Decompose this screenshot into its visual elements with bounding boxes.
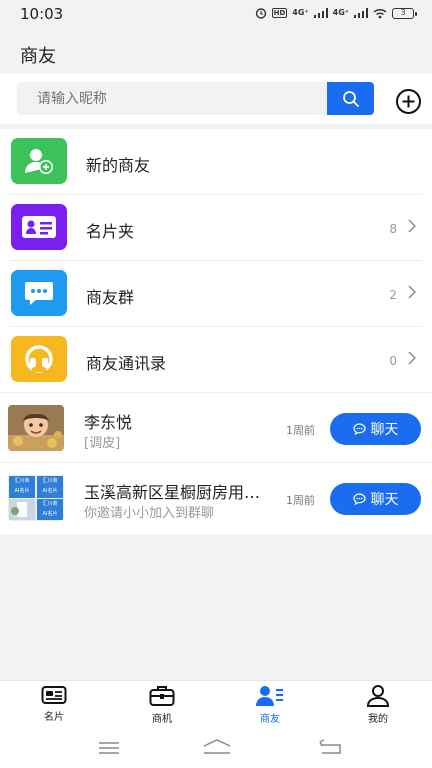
back-icon[interactable]	[318, 739, 342, 755]
tab-label: 我的	[368, 714, 388, 725]
group-avatar-tile-text: AI名片	[42, 488, 58, 494]
group-avatar-tile	[9, 499, 35, 520]
contact-name: 李东悦	[84, 413, 133, 432]
chat-button[interactable]: 聊天	[330, 483, 421, 515]
search-input[interactable]	[17, 82, 327, 115]
signal-label-2: 4G⁺	[332, 8, 349, 17]
chat-button-label: 聊天	[370, 492, 399, 508]
group-avatar-tile: 汇川商 AI名片	[37, 499, 63, 520]
friends-list: 新的商友 名片夹 8 商友群 2 商友通讯录 0 李东悦 [调皮] 1周前 聊天…	[0, 129, 432, 534]
menu-item-count: 0	[389, 354, 397, 368]
tab-label: 商机	[152, 714, 172, 725]
search-icon	[342, 90, 359, 107]
chat-icon	[352, 493, 366, 505]
page-title: 商友	[20, 46, 56, 67]
tab-friends[interactable]: 商友	[240, 685, 300, 731]
status-icons: HD 4G⁺ 4G⁺ 3	[255, 7, 417, 19]
group-avatar-tile-text: AI名片	[42, 511, 58, 517]
add-circle-icon[interactable]	[395, 88, 422, 115]
tab-opportunity[interactable]: 商机	[132, 685, 192, 731]
group-avatar-tile-text: 汇川商	[14, 478, 30, 484]
business-card-icon	[11, 204, 67, 250]
tab-mine[interactable]: 我的	[348, 685, 408, 731]
system-nav-bar	[0, 732, 432, 768]
home-icon[interactable]	[202, 738, 232, 756]
contact-row[interactable]: 汇川商 AI名片 汇川商 AI名片 汇川商 AI名片 玉溪高新区星橱厨房用… 你…	[0, 463, 432, 533]
group-avatar-tile: 汇川商 AI名片	[37, 476, 63, 498]
wifi-icon	[373, 8, 387, 18]
signal-label-1: 4G⁺	[292, 8, 309, 17]
status-time: 10:03	[20, 5, 64, 23]
briefcase-icon	[149, 686, 175, 706]
battery-icon: 3	[392, 7, 417, 19]
group-avatar-tile-text: 汇川商	[42, 501, 58, 507]
search-button[interactable]	[327, 82, 374, 115]
group-avatar-tile: 汇川商 AI名片	[9, 476, 35, 498]
chat-bubble-icon	[11, 270, 67, 316]
signal-bars-icon	[313, 8, 328, 18]
add-user-icon	[11, 138, 67, 184]
chat-icon	[352, 423, 366, 435]
menu-item-address-book[interactable]: 商友通讯录 0	[0, 327, 432, 393]
tab-card[interactable]: 名片	[24, 685, 84, 731]
chat-button-label: 聊天	[370, 422, 399, 438]
group-avatar-tile-text: 汇川商	[42, 478, 58, 484]
contact-name: 玉溪高新区星橱厨房用…	[84, 483, 261, 502]
headset-icon	[11, 336, 67, 382]
tab-label: 商友	[260, 714, 280, 725]
contact-time: 1周前	[286, 424, 315, 437]
hd-badge: HD	[271, 8, 288, 18]
chat-button[interactable]: 聊天	[330, 413, 421, 445]
avatar	[8, 405, 64, 451]
menu-item-new-friends[interactable]: 新的商友	[0, 129, 432, 195]
search-bar	[0, 74, 432, 124]
tab-label: 名片	[44, 712, 64, 723]
menu-item-count: 8	[389, 222, 397, 236]
group-avatar: 汇川商 AI名片 汇川商 AI名片 汇川商 AI名片	[8, 475, 64, 521]
menu-item-groups[interactable]: 商友群 2	[0, 261, 432, 327]
menu-item-card-holder[interactable]: 名片夹 8	[0, 195, 432, 261]
group-avatar-tile-text: AI名片	[14, 488, 30, 494]
menu-item-count: 2	[389, 288, 397, 302]
user-icon	[366, 685, 390, 707]
contact-last-message: 你邀请小小加入到群聊	[84, 506, 215, 521]
contact-row[interactable]: 李东悦 [调皮] 1周前 聊天	[0, 393, 432, 463]
card-icon	[41, 686, 67, 704]
bottom-tab-bar: 名片 商机 商友 我的	[0, 680, 432, 732]
contacts-icon	[256, 686, 283, 706]
contact-time: 1周前	[286, 494, 315, 507]
header: 商友	[0, 28, 432, 74]
menu-item-label: 新的商友	[86, 156, 151, 175]
menu-item-label: 商友通讯录	[86, 354, 167, 373]
status-bar: 10:03 HD 4G⁺ 4G⁺ 3	[0, 0, 432, 28]
menu-icon[interactable]	[98, 741, 120, 755]
signal-bars-icon-2	[354, 8, 368, 18]
alarm-icon	[255, 8, 266, 19]
chevron-right-icon	[408, 285, 417, 303]
menu-item-label: 商友群	[86, 288, 135, 307]
chevron-right-icon	[408, 351, 417, 369]
menu-item-label: 名片夹	[86, 222, 135, 241]
contact-last-message: [调皮]	[84, 436, 121, 451]
chevron-right-icon	[408, 219, 417, 237]
